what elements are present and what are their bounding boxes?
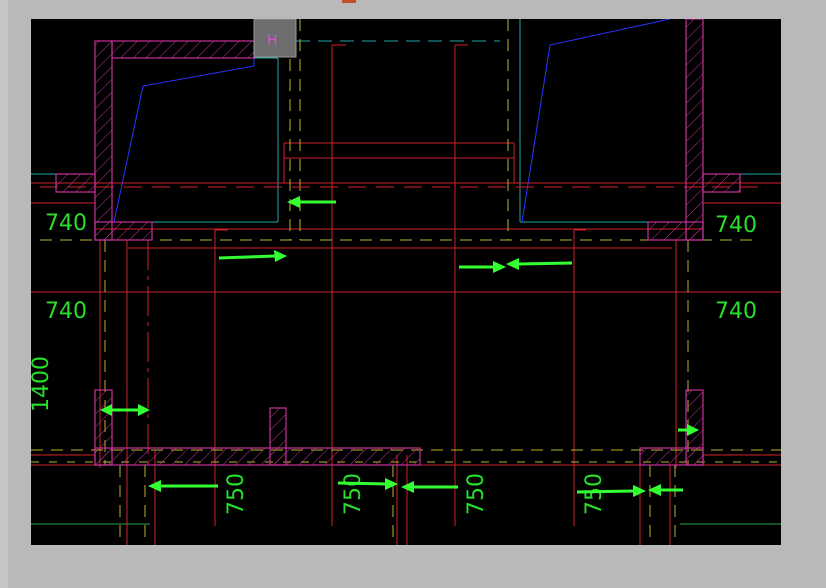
dimension-bottom-1: 750 [224, 473, 249, 515]
cad-drawing: H 740 740 740 740 1400 750 750 750 750 [31, 19, 781, 545]
dimension-bottom-3: 750 [464, 473, 489, 515]
dimension-bottom-4: 750 [582, 473, 607, 515]
arrow-icon-9 [401, 481, 458, 493]
arrow-icon-1 [287, 196, 336, 208]
left-panel-edge [0, 0, 8, 588]
dimension-mid-left: 740 [45, 299, 87, 324]
red-lines [31, 44, 781, 545]
section-marker-label: H [267, 33, 278, 49]
dimension-mid-right: 740 [715, 299, 757, 324]
dimension-bottom-2: 750 [341, 473, 366, 515]
walls [55, 19, 741, 466]
dimension-top-right: 740 [715, 213, 757, 238]
arrow-icon-4 [506, 258, 573, 270]
arrow-icon-11 [648, 484, 683, 496]
cad-drawing-viewport[interactable]: H 740 740 740 740 1400 750 750 750 750 [31, 19, 781, 545]
arrow-icon-7 [148, 480, 218, 492]
dimension-side-left: 1400 [31, 356, 54, 412]
top-marker-icon [342, 0, 356, 3]
section-marker-icon[interactable]: H [253, 19, 297, 58]
dimension-top-left: 740 [45, 211, 87, 236]
arrow-icon-2 [218, 250, 287, 262]
yellow-dashed-lines [31, 19, 781, 545]
arrow-icon-3 [459, 261, 506, 273]
